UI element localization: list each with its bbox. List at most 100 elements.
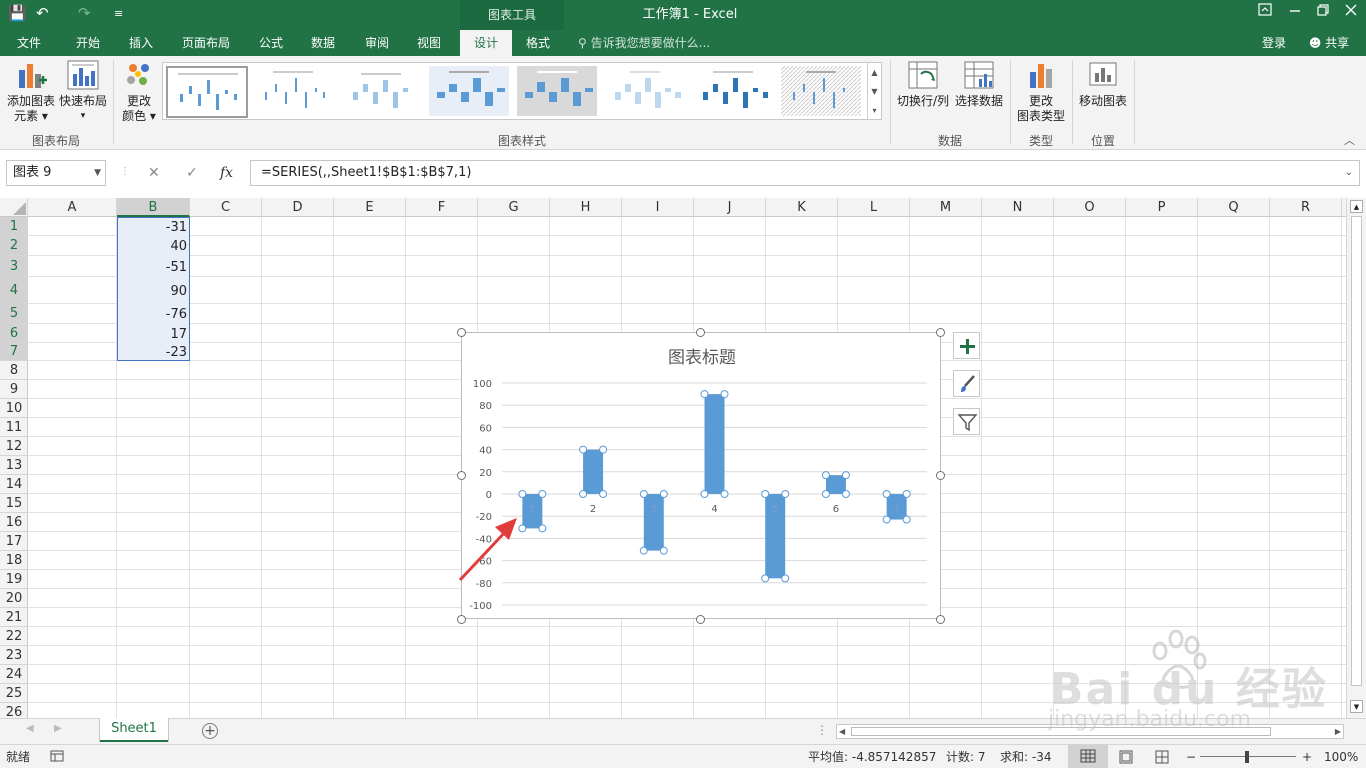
resize-handle-bottom-left[interactable] xyxy=(457,615,466,624)
tab-formulas[interactable]: 公式 xyxy=(250,30,292,56)
column-header-i[interactable]: I xyxy=(622,198,694,217)
redo-icon[interactable]: ↷ xyxy=(78,4,91,22)
tab-insert[interactable]: 插入 xyxy=(120,30,162,56)
chart-styles-button[interactable] xyxy=(953,370,980,397)
resize-handle-top-right[interactable] xyxy=(936,328,945,337)
column-header-g[interactable]: G xyxy=(478,198,550,217)
page-layout-view-icon[interactable] xyxy=(1118,750,1134,767)
row-header-20[interactable]: 20 xyxy=(0,589,28,608)
row-header-11[interactable]: 11 xyxy=(0,418,28,437)
vertical-scroll-thumb[interactable] xyxy=(1351,216,1362,686)
macro-record-icon[interactable] xyxy=(50,750,64,765)
gallery-more-icon[interactable]: ▾ xyxy=(867,101,881,120)
chart-style-8[interactable] xyxy=(781,66,863,118)
row-header-14[interactable]: 14 xyxy=(0,475,28,494)
save-icon[interactable]: 💾 xyxy=(8,4,27,22)
row-header-25[interactable]: 25 xyxy=(0,684,28,703)
tab-design[interactable]: 设计 xyxy=(460,30,512,56)
formula-input[interactable]: =SERIES(,,Sheet1!$B$1:$B$7,1) ⌄ xyxy=(250,160,1360,186)
cell-b4[interactable]: 90 xyxy=(117,277,187,304)
row-header-18[interactable]: 18 xyxy=(0,551,28,570)
row-header-9[interactable]: 9 xyxy=(0,380,28,399)
normal-view-button[interactable] xyxy=(1068,745,1108,768)
column-header-b[interactable]: B xyxy=(117,198,190,217)
chart-style-6[interactable] xyxy=(605,66,687,118)
collapse-ribbon-icon[interactable]: ︿ xyxy=(1344,132,1355,148)
resize-handle-top-left[interactable] xyxy=(457,328,466,337)
cell-b3[interactable]: -51 xyxy=(117,256,187,277)
zoom-out-icon[interactable]: − xyxy=(1186,745,1196,769)
move-chart-button[interactable]: 移动图表 xyxy=(1076,60,1130,109)
column-header-j[interactable]: J xyxy=(694,198,766,217)
add-chart-element-button[interactable]: 添加图表 元素 ▾ xyxy=(4,60,58,124)
column-header-f[interactable]: F xyxy=(406,198,478,217)
column-header-d[interactable]: D xyxy=(262,198,334,217)
row-header-6[interactable]: 6 xyxy=(0,324,28,343)
expand-formula-icon[interactable]: ⌄ xyxy=(1345,161,1353,185)
cell-b6[interactable]: 17 xyxy=(117,324,187,343)
cancel-icon[interactable]: ✕ xyxy=(148,160,160,186)
chart-style-4[interactable] xyxy=(429,66,511,118)
undo-icon[interactable]: ↶ xyxy=(36,4,49,22)
tab-home[interactable]: 开始 xyxy=(66,30,110,56)
scroll-left-icon[interactable]: ◀ xyxy=(839,725,845,738)
change-chart-type-button[interactable]: 更改 图表类型 xyxy=(1014,60,1068,124)
chart-style-5[interactable] xyxy=(517,66,599,118)
column-header-r[interactable]: R xyxy=(1270,198,1342,217)
row-header-23[interactable]: 23 xyxy=(0,646,28,665)
enter-icon[interactable]: ✓ xyxy=(186,160,198,186)
chart-style-3[interactable] xyxy=(341,66,423,118)
row-header-13[interactable]: 13 xyxy=(0,456,28,475)
chart-filters-button[interactable] xyxy=(953,408,980,435)
ribbon-display-options-icon[interactable] xyxy=(1250,0,1280,30)
select-data-button[interactable]: 选择数据 xyxy=(952,60,1006,109)
tab-split-grip-icon[interactable]: ⋮ xyxy=(816,723,828,737)
zoom-slider-thumb[interactable] xyxy=(1245,751,1249,763)
row-header-1[interactable]: 1 xyxy=(0,217,28,236)
cell-b2[interactable]: 40 xyxy=(117,236,187,256)
gallery-scroll-up-icon[interactable]: ▲ xyxy=(867,63,881,82)
chart-elements-button[interactable] xyxy=(953,332,980,359)
sheet-tab-sheet1[interactable]: Sheet1 xyxy=(100,718,168,742)
column-header-e[interactable]: E xyxy=(334,198,406,217)
scroll-up-icon[interactable]: ▲ xyxy=(1350,200,1363,213)
zoom-level[interactable]: 100% xyxy=(1324,745,1358,769)
resize-handle-top[interactable] xyxy=(696,328,705,337)
quick-layout-button[interactable]: 快速布局 ▾ xyxy=(58,60,108,124)
chart-style-2[interactable] xyxy=(253,66,335,118)
cell-b5[interactable]: -76 xyxy=(117,304,187,324)
chart-style-1[interactable] xyxy=(166,66,248,118)
switch-row-column-button[interactable]: 切换行/列 xyxy=(894,60,952,109)
tell-me-search[interactable]: ⚲ 告诉我您想要做什么... xyxy=(578,30,710,56)
row-header-24[interactable]: 24 xyxy=(0,665,28,684)
column-header-q[interactable]: Q xyxy=(1198,198,1270,217)
row-header-16[interactable]: 16 xyxy=(0,513,28,532)
tab-view[interactable]: 视图 xyxy=(408,30,450,56)
row-header-8[interactable]: 8 xyxy=(0,361,28,380)
row-header-2[interactable]: 2 xyxy=(0,236,28,256)
row-header-15[interactable]: 15 xyxy=(0,494,28,513)
resize-handle-bottom[interactable] xyxy=(696,615,705,624)
resize-handle-left[interactable] xyxy=(457,471,466,480)
column-header-o[interactable]: O xyxy=(1054,198,1126,217)
column-header-n[interactable]: N xyxy=(982,198,1054,217)
chart-style-7[interactable] xyxy=(693,66,775,118)
tab-data[interactable]: 数据 xyxy=(302,30,344,56)
row-header-7[interactable]: 7 xyxy=(0,343,28,361)
tab-review[interactable]: 审阅 xyxy=(356,30,398,56)
column-header-h[interactable]: H xyxy=(550,198,622,217)
row-header-4[interactable]: 4 xyxy=(0,277,28,304)
column-header-k[interactable]: K xyxy=(766,198,838,217)
row-header-22[interactable]: 22 xyxy=(0,627,28,646)
horizontal-scroll-thumb[interactable] xyxy=(851,727,1271,736)
next-sheet-icon[interactable]: ▶ xyxy=(54,723,62,734)
name-box[interactable]: 图表 9 ▼ xyxy=(6,160,106,186)
row-header-5[interactable]: 5 xyxy=(0,304,28,324)
resize-handle-bottom-right[interactable] xyxy=(936,615,945,624)
sign-in-link[interactable]: 登录 xyxy=(1262,30,1286,56)
tab-file[interactable]: 文件 xyxy=(6,30,52,56)
cell-b1[interactable]: -31 xyxy=(117,217,187,236)
vertical-scrollbar[interactable]: ▲ ▼ xyxy=(1346,198,1366,718)
row-header-10[interactable]: 10 xyxy=(0,399,28,418)
cell-b7[interactable]: -23 xyxy=(117,343,187,361)
